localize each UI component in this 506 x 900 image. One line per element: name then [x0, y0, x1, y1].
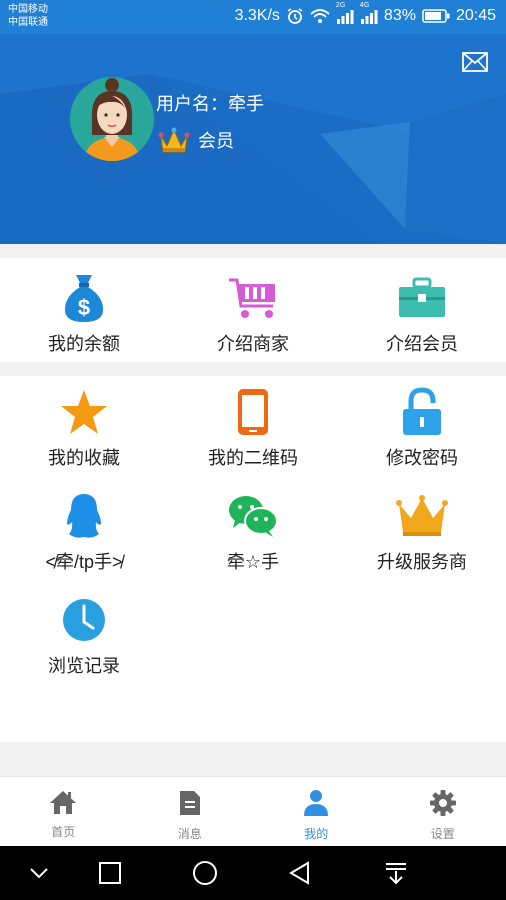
recent-apps-icon[interactable] [98, 861, 122, 885]
upgrade-provider-label: 升级服务商 [377, 552, 467, 572]
message-icon [179, 791, 200, 815]
wechat-button[interactable]: 牵☆手 [169, 488, 337, 574]
lock-icon [403, 387, 441, 435]
status-icons: 3.3K/s 2G 4G 83% 20:45 [234, 2, 496, 25]
home-icon [50, 791, 77, 814]
signal-bars-icon [336, 10, 354, 24]
change-password-button[interactable]: 修改密码 [338, 384, 506, 470]
carrier-2: 中国联通 [8, 17, 48, 28]
svg-text:$: $ [78, 295, 90, 320]
balance-label: 我的余额 [48, 334, 120, 354]
signal-2: 4G [360, 2, 378, 24]
status-bar: 中国移动 中国联通 3.3K/s 2G 4G 83% 20:45 [0, 0, 506, 34]
signal-1: 2G [336, 2, 354, 24]
avatar[interactable] [70, 77, 154, 161]
wifi-icon [310, 9, 330, 23]
browse-history-label: 浏览记录 [48, 656, 120, 676]
account-section: $ 我的余额 介绍商家 介绍会员 [0, 258, 506, 362]
profile-header: 用户名：牵手 会员 [0, 34, 506, 244]
cart-icon [229, 278, 275, 318]
nav-home[interactable]: 首页 [0, 777, 127, 846]
wechat-label: 牵☆手 [226, 552, 280, 572]
browse-history-button[interactable]: 浏览记录 [0, 592, 168, 678]
home-circle-icon[interactable] [192, 861, 218, 887]
balance-button[interactable]: $ 我的余额 [0, 270, 168, 356]
introduce-member-label: 介绍会员 [386, 334, 458, 354]
battery-icon [422, 9, 450, 23]
battery-percent: 83% [383, 7, 416, 24]
qq-icon [67, 494, 101, 538]
notification-pull-icon[interactable] [384, 861, 408, 887]
qq-label: ≮牵/tp手≯ [45, 552, 123, 572]
member-badge: 会员 [158, 126, 234, 154]
member-label: 会员 [198, 131, 234, 151]
qrcode-label: 我的二维码 [208, 448, 298, 468]
upgrade-provider-button[interactable]: 升级服务商 [338, 488, 506, 574]
network-speed: 3.3K/s [234, 7, 280, 24]
avatar-image [84, 78, 140, 161]
mail-icon[interactable] [462, 52, 488, 77]
change-password-label: 修改密码 [386, 448, 458, 468]
phone-icon [238, 389, 268, 435]
introduce-merchant-label: 介绍商家 [217, 334, 289, 354]
back-icon[interactable] [288, 861, 312, 887]
nav-mine-label: 我的 [304, 827, 329, 841]
qq-button[interactable]: ≮牵/tp手≯ [0, 488, 168, 574]
net-type-2: 4G [359, 2, 370, 9]
net-type-1: 2G [335, 2, 346, 9]
nav-messages-label: 消息 [177, 827, 202, 841]
introduce-merchant-button[interactable]: 介绍商家 [169, 270, 337, 356]
nav-settings[interactable]: 设置 [380, 777, 506, 846]
signal-bars-icon [360, 10, 378, 24]
star-icon [61, 390, 107, 434]
carrier-info: 中国移动 中国联通 [8, 3, 48, 29]
gear-icon [429, 790, 456, 816]
nav-settings-label: 设置 [430, 827, 455, 841]
username: 用户名：牵手 [156, 94, 264, 114]
crown-icon [396, 495, 448, 536]
money-bag-icon: $ [64, 275, 104, 322]
chevron-down-icon[interactable] [28, 861, 50, 885]
system-nav-bar [0, 846, 506, 900]
features-section: 我的收藏 我的二维码 修改密码 ≮牵/tp手≯ 牵☆手 升级服务商 浏览记录 [0, 376, 506, 742]
nav-mine[interactable]: 我的 [253, 777, 380, 846]
crown-icon [158, 127, 190, 153]
favorites-button[interactable]: 我的收藏 [0, 384, 168, 470]
nav-messages[interactable]: 消息 [127, 777, 254, 846]
introduce-member-button[interactable]: 介绍会员 [338, 270, 506, 356]
favorites-label: 我的收藏 [48, 448, 120, 468]
wechat-icon [229, 496, 278, 537]
clock-time: 20:45 [455, 7, 496, 24]
alarm-icon [287, 8, 303, 24]
nav-home-label: 首页 [51, 825, 76, 839]
qrcode-button[interactable]: 我的二维码 [169, 384, 337, 470]
carrier-1: 中国移动 [8, 4, 48, 15]
bottom-nav: 首页 消息 我的 设置 [0, 776, 506, 846]
toolbox-icon [399, 277, 445, 317]
user-icon [304, 790, 329, 816]
clock-icon [63, 599, 105, 641]
